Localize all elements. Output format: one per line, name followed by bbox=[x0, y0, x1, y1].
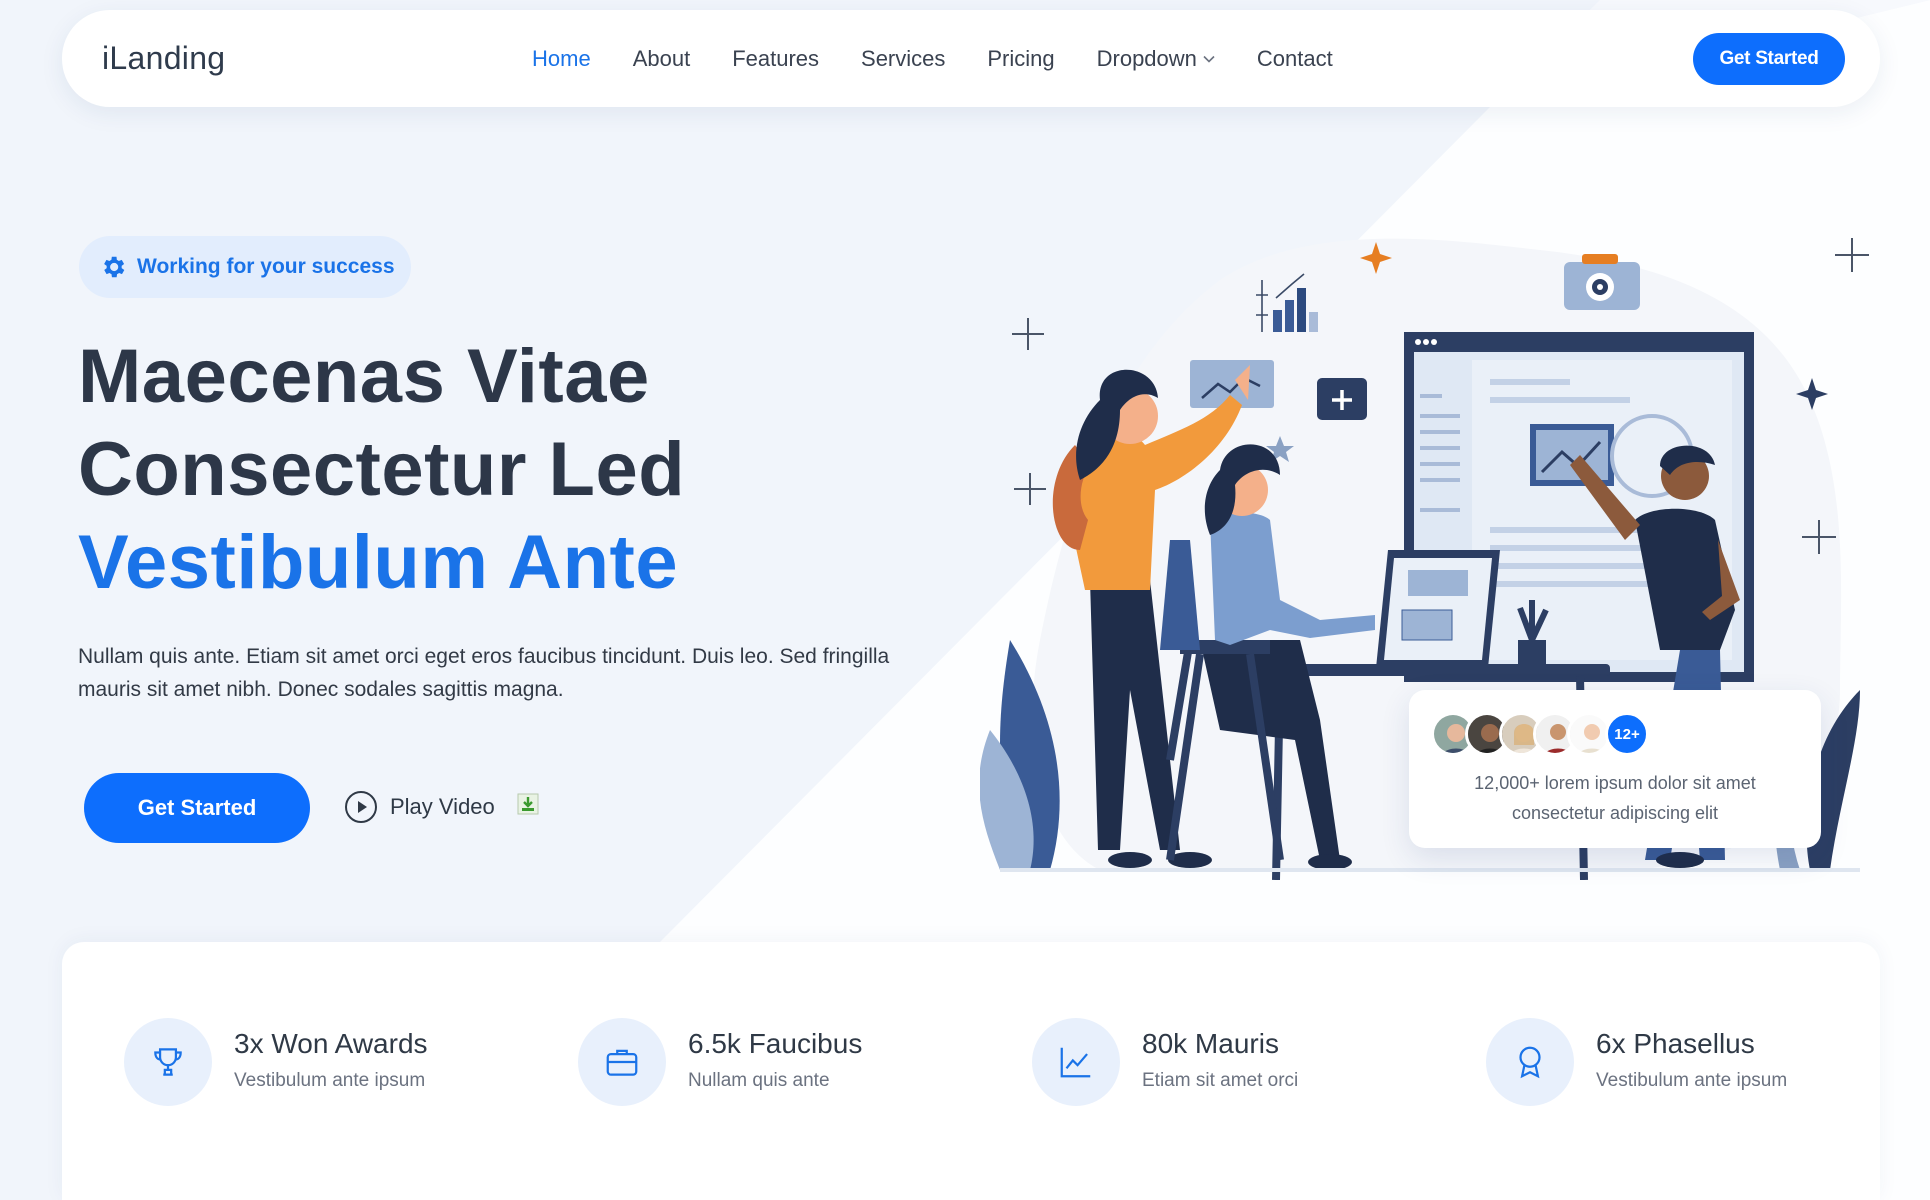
graph-up-icon bbox=[1032, 1018, 1120, 1106]
hero-badge-text: Working for your success bbox=[137, 255, 395, 278]
headline-line-2: Consectetur Led bbox=[78, 427, 686, 512]
nav-pricing[interactable]: Pricing bbox=[987, 46, 1054, 72]
social-proof-card: 12+ 12,000+ lorem ipsum dolor sit amet c… bbox=[1409, 690, 1821, 848]
hero-headline: Maecenas Vitae Consectetur Led Vestibulu… bbox=[78, 330, 685, 609]
navbar: iLanding Home About Features Services Pr… bbox=[62, 10, 1880, 107]
stat-subtitle: Vestibulum ante ipsum bbox=[234, 1070, 426, 1091]
briefcase-icon bbox=[578, 1018, 666, 1106]
stat-title: 3x Won Awards bbox=[234, 1028, 428, 1059]
stat-subtitle: Nullam quis ante bbox=[688, 1070, 830, 1091]
nav-dropdown[interactable]: Dropdown bbox=[1097, 46, 1215, 72]
stats-section: 3x Won Awards Vestibulum ante ipsum 6.5k… bbox=[62, 942, 1880, 1200]
logo[interactable]: iLanding bbox=[102, 40, 225, 77]
hero-badge: Working for your success bbox=[79, 236, 411, 298]
stat-subtitle: Etiam sit amet orci bbox=[1142, 1070, 1299, 1091]
stat-title: 6x Phasellus bbox=[1596, 1028, 1755, 1059]
main-nav: Home About Features Services Pricing Dro… bbox=[532, 10, 1375, 107]
play-circle-icon bbox=[345, 791, 377, 823]
avatar-group: 12+ bbox=[1431, 712, 1649, 756]
get-started-nav-button[interactable]: Get Started bbox=[1693, 33, 1845, 85]
chevron-down-icon bbox=[1203, 55, 1215, 63]
stat-item: 80k Mauris Etiam sit amet orci bbox=[1032, 1018, 1452, 1108]
download-icon bbox=[517, 793, 539, 815]
stat-item: 6x Phasellus Vestibulum ante ipsum bbox=[1486, 1018, 1906, 1108]
headline-line-3: Vestibulum Ante bbox=[78, 520, 679, 605]
hero-lead: Nullam quis ante. Etiam sit amet orci eg… bbox=[78, 645, 890, 701]
stat-item: 6.5k Faucibus Nullam quis ante bbox=[578, 1018, 998, 1108]
get-started-button[interactable]: Get Started bbox=[84, 773, 310, 843]
nav-services[interactable]: Services bbox=[861, 46, 945, 72]
nav-home[interactable]: Home bbox=[532, 46, 591, 72]
nav-contact[interactable]: Contact bbox=[1257, 46, 1333, 72]
award-icon bbox=[1486, 1018, 1574, 1106]
stat-title: 80k Mauris bbox=[1142, 1028, 1279, 1059]
trophy-icon bbox=[124, 1018, 212, 1106]
stat-title: 6.5k Faucibus bbox=[688, 1028, 863, 1059]
nav-dropdown-label: Dropdown bbox=[1096, 45, 1197, 71]
nav-about[interactable]: About bbox=[633, 46, 691, 72]
play-video-label: Play Video bbox=[390, 794, 495, 819]
stat-item: 3x Won Awards Vestibulum ante ipsum bbox=[124, 1018, 544, 1108]
gear-icon bbox=[104, 256, 125, 278]
avatar-count-badge: 12+ bbox=[1605, 712, 1649, 756]
nav-features[interactable]: Features bbox=[732, 46, 819, 72]
social-proof-text: 12,000+ lorem ipsum dolor sit amet conse… bbox=[1474, 773, 1756, 823]
stat-subtitle: Vestibulum ante ipsum bbox=[1596, 1070, 1788, 1091]
headline-line-1: Maecenas Vitae bbox=[78, 334, 650, 419]
play-video-button[interactable]: Play Video bbox=[344, 789, 495, 825]
